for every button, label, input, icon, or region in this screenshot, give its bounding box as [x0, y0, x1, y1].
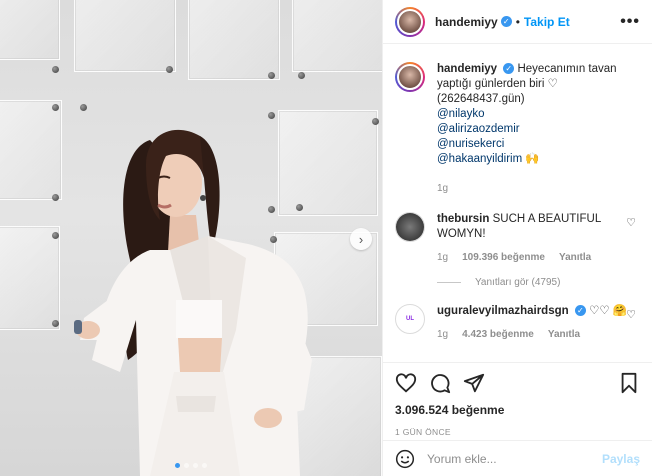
- comment-likes[interactable]: 109.396 beğenme: [462, 250, 545, 265]
- post-actions: 3.096.524 beğenme 1 GÜN ÖNCE: [383, 362, 652, 437]
- caption-username[interactable]: handemiyy: [437, 63, 497, 75]
- mention-link[interactable]: @nurisekerci: [437, 137, 640, 152]
- carousel-dot: [193, 463, 198, 468]
- verified-badge-icon: ✓: [574, 305, 586, 317]
- more-options-icon[interactable]: •••: [620, 13, 640, 31]
- post-likes-count[interactable]: 3.096.524 beğenme: [395, 403, 640, 417]
- comment-meta: 1g 109.396 beğenme Yanıtla: [437, 250, 640, 265]
- post-comment-button[interactable]: Paylaş: [602, 452, 640, 466]
- like-heart-icon[interactable]: [395, 372, 417, 394]
- comments-list[interactable]: handemiyy ✓ Heyecanımın tavan yaptığı gü…: [383, 52, 652, 360]
- reply-button[interactable]: Yanıtla: [559, 250, 591, 265]
- comment-likes[interactable]: 4.423 beğenme: [462, 327, 534, 342]
- emoji-smiley-icon[interactable]: [395, 449, 415, 469]
- chevron-right-icon: ›: [358, 231, 364, 247]
- post-photo[interactable]: ›: [0, 0, 382, 476]
- post-side-panel: handemiyy ✓ • Takip Et ••• handemiyy ✓ H…: [382, 0, 652, 476]
- save-bookmark-icon[interactable]: [618, 372, 640, 394]
- comment-item: thebursin SUCH A BEAUTIFUL WOMYN! 1g 109…: [395, 212, 640, 265]
- next-image-button[interactable]: ›: [350, 228, 372, 250]
- woman-figure: [74, 129, 312, 476]
- comment-username[interactable]: uguralevyilmazhairdsgn: [437, 305, 569, 317]
- share-paper-plane-icon[interactable]: [463, 372, 485, 394]
- like-comment-heart-icon[interactable]: ♡: [626, 216, 636, 229]
- comment-input[interactable]: [427, 451, 602, 466]
- post-header: handemiyy ✓ • Takip Et •••: [383, 0, 652, 44]
- comment-bubble-icon[interactable]: [429, 372, 451, 394]
- caption-time: 1g: [437, 183, 449, 194]
- comment-time: 1g: [437, 252, 449, 263]
- header-username[interactable]: handemiyy: [435, 15, 498, 29]
- comment-item: UL uguralevyilmazhairdsgn ✓ ♡♡ 🤗 1g 4.42…: [395, 304, 640, 342]
- comment-time: 1g: [437, 329, 449, 340]
- verified-badge-icon: ✓: [500, 16, 512, 27]
- caption: handemiyy ✓ Heyecanımın tavan yaptığı gü…: [395, 62, 640, 196]
- avatar[interactable]: [395, 6, 425, 37]
- avatar-logo-text: UL: [406, 316, 414, 322]
- verified-badge-icon: ✓: [503, 63, 515, 75]
- instagram-post: › handemiyy ✓ • Takip Et ••• handemiyy ✓…: [0, 0, 652, 476]
- mention-link[interactable]: @alirizaozdemir: [437, 122, 640, 137]
- carousel-dot: [202, 463, 207, 468]
- comment-username[interactable]: thebursin: [437, 213, 489, 225]
- mention-link[interactable]: @hakaanyildirim 🙌: [437, 152, 640, 167]
- avatar[interactable]: UL: [395, 304, 425, 334]
- view-replies-button[interactable]: Yanıtları gör (4795): [437, 277, 640, 288]
- avatar[interactable]: [395, 212, 425, 242]
- carousel-indicator: [175, 463, 207, 468]
- carousel-dot: [184, 463, 189, 468]
- post-timestamp: 1 GÜN ÖNCE: [395, 427, 451, 437]
- reply-button[interactable]: Yanıtla: [548, 327, 580, 342]
- comment-meta: 1g 4.423 beğenme Yanıtla: [437, 327, 640, 342]
- add-comment-bar: Paylaş: [383, 440, 652, 476]
- like-comment-heart-icon[interactable]: ♡: [626, 308, 636, 321]
- mention-link[interactable]: @nilayko: [437, 107, 640, 122]
- carousel-dot: [175, 463, 180, 468]
- follow-button[interactable]: Takip Et: [524, 15, 570, 29]
- avatar[interactable]: [395, 62, 425, 92]
- header-separator: •: [515, 14, 520, 29]
- caption-meta: 1g: [437, 181, 640, 196]
- comment-text: ♡♡ 🤗: [589, 305, 628, 317]
